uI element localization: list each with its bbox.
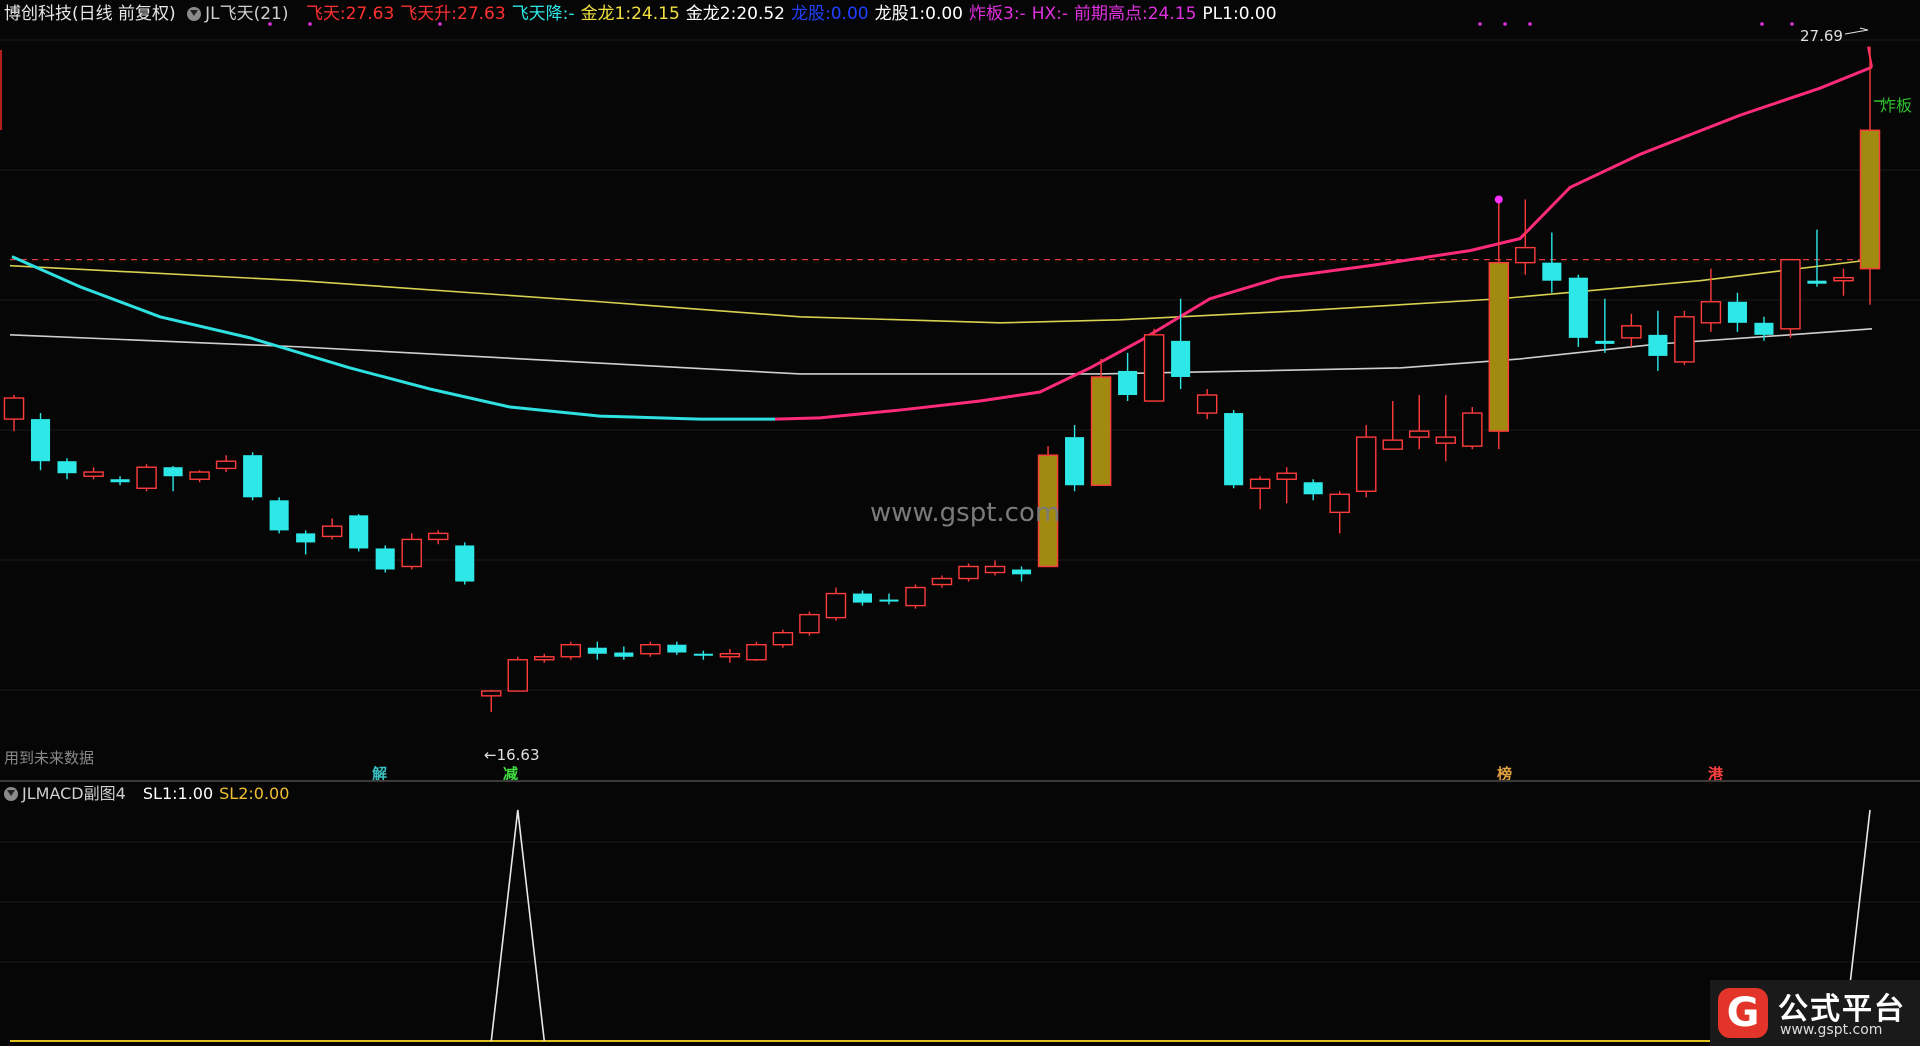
candle-down — [349, 515, 369, 549]
ma-yellow-line — [9, 258, 1873, 324]
candle-up — [772, 631, 794, 646]
high-arrow — [1844, 29, 1869, 35]
candle-limit-up — [1859, 129, 1881, 270]
candle-down — [1065, 437, 1085, 486]
candle-up — [746, 644, 767, 661]
candle-up — [560, 644, 582, 658]
candle-up — [799, 613, 820, 634]
candle-down — [163, 467, 183, 477]
low-price-label: ←16.63 — [484, 746, 540, 764]
candle-down — [57, 461, 77, 474]
candle-down — [667, 644, 687, 653]
candle-down — [269, 500, 289, 531]
candle-limit-up — [1488, 261, 1510, 432]
signal-dot — [268, 22, 272, 26]
signal-dot-large — [1494, 195, 1503, 204]
candle-up — [1435, 436, 1457, 444]
sl1-spike — [490, 809, 546, 1042]
feitian-up-line — [774, 65, 1873, 421]
candle-down — [1754, 322, 1774, 335]
candle-up — [984, 565, 1006, 574]
candle-up — [1409, 430, 1430, 438]
candle-down — [243, 455, 263, 498]
ma-white-line — [9, 328, 1873, 375]
candle-down — [30, 419, 51, 462]
candle-up — [1196, 394, 1218, 414]
candle-down — [1568, 277, 1588, 338]
candle-up — [1780, 258, 1801, 330]
candle-down — [1648, 334, 1668, 356]
candle-down — [1171, 340, 1191, 377]
future-data-note: 用到未来数据 — [4, 749, 95, 767]
signal-dot — [1478, 22, 1482, 26]
watermark: www.gspt.com — [870, 498, 1061, 528]
feitian-down-line — [11, 255, 775, 421]
candle-up — [83, 471, 104, 477]
high-price-label: 27.69 — [1800, 27, 1843, 45]
logo-g-icon: G — [1718, 988, 1768, 1038]
candle-down — [852, 593, 873, 603]
candle-up — [1249, 478, 1271, 489]
candle-up — [401, 538, 422, 568]
site-logo: G 公式平台 www.gspt.com — [1710, 980, 1920, 1046]
candle-up — [1700, 301, 1722, 324]
candle-up — [1621, 325, 1642, 339]
signal-dot — [1760, 22, 1764, 26]
signal-dot — [308, 22, 312, 26]
logo-url: www.gspt.com — [1780, 1022, 1883, 1038]
candle-up — [1462, 412, 1483, 447]
sub-chart[interactable] — [0, 782, 1920, 1046]
candle-down — [296, 533, 316, 543]
candle-up — [321, 525, 343, 538]
candle-up — [1143, 334, 1165, 402]
candle-down — [693, 653, 713, 656]
candle-down — [879, 599, 899, 602]
high-arrow-head — [1859, 27, 1869, 31]
low-price-value: 16.63 — [496, 746, 540, 764]
candle-up — [825, 592, 847, 619]
candle-up — [507, 659, 529, 692]
candle-up — [958, 565, 979, 580]
signal-dot — [438, 22, 442, 26]
candle-up — [1276, 472, 1297, 480]
candle-down — [1011, 569, 1032, 575]
candle-down — [375, 548, 395, 570]
candle-up — [1674, 316, 1695, 363]
candle-down — [1118, 370, 1138, 396]
candle-up — [719, 653, 741, 658]
candle-down — [1595, 340, 1615, 344]
candle-down — [614, 652, 634, 657]
candle-down — [455, 545, 475, 582]
candle-up — [1355, 436, 1377, 492]
signal-dot — [1503, 22, 1507, 26]
candle-up — [905, 586, 926, 607]
candle-up — [640, 644, 661, 655]
candle-down — [587, 647, 607, 654]
candle-up — [481, 690, 502, 697]
candle-up — [931, 577, 953, 586]
candle-up — [1382, 439, 1403, 450]
candle-limit-up — [1090, 376, 1112, 486]
stock-chart-window: 博创科技(日线 前复权) JL飞天(21) 飞天:27.63 飞天升:27.63 飞… — [0, 0, 1920, 1046]
signal-dot — [1790, 22, 1794, 26]
candle-down — [110, 479, 130, 483]
candle-down — [1224, 413, 1244, 486]
signal-dot — [1528, 22, 1532, 26]
candle-up — [189, 471, 210, 480]
candle-up — [3, 397, 25, 420]
burst-board-label: 炸板 — [1880, 96, 1913, 115]
candle-down — [1542, 262, 1562, 281]
candle-up — [534, 656, 555, 661]
candle-up — [136, 466, 157, 489]
candle-up — [1515, 246, 1536, 264]
candle-up — [427, 532, 449, 541]
candle-down — [1807, 280, 1827, 284]
candle-up — [215, 460, 237, 470]
candle-up — [1833, 276, 1854, 282]
candle-up — [1329, 493, 1350, 514]
main-chart[interactable] — [0, 0, 1920, 780]
candle-down — [1727, 301, 1747, 323]
candle-down — [1303, 482, 1323, 495]
